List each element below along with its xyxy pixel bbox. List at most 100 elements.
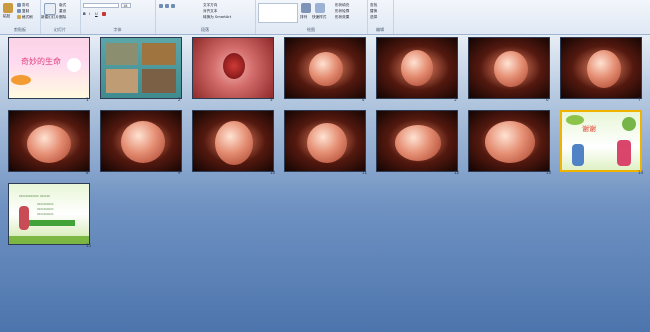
slide-number: 4 <box>362 97 365 102</box>
layout-button[interactable]: 版式 <box>59 3 66 8</box>
slide-number: 1 <box>86 97 89 102</box>
font-color-icon[interactable] <box>102 12 106 16</box>
cartoon-person <box>572 144 584 166</box>
cut-icon[interactable] <box>17 3 21 7</box>
slide-title: 谢谢 <box>582 125 596 133</box>
embryo-image <box>395 125 441 161</box>
reset-button[interactable]: 重设 <box>59 9 66 14</box>
arrange-icon[interactable] <box>301 3 311 13</box>
group-label: 幻灯片 <box>54 27 66 32</box>
embryo-image <box>27 125 71 163</box>
cartoon-decoration <box>67 58 81 72</box>
slide-thumbnail[interactable]: ▭▭▭▭▭▭ ▭▭▭ ▭▭▭▭▭ ▭▭▭▭▭ ▭▭▭▭▭ <box>8 183 90 245</box>
slide-number: 7 <box>638 97 641 102</box>
slide-number: 11 <box>362 170 368 175</box>
shapes-gallery[interactable] <box>258 3 298 23</box>
text-direction-button[interactable]: 文字方向 <box>203 3 217 8</box>
paste-button[interactable]: 粘贴 <box>3 14 10 19</box>
copy-icon[interactable] <box>17 9 21 13</box>
slide-number: 2 <box>178 97 181 102</box>
bold-button[interactable]: B <box>83 12 86 16</box>
font-name-field[interactable] <box>83 3 119 8</box>
quick-styles-icon[interactable] <box>315 3 325 13</box>
format-painter-icon[interactable] <box>17 15 21 19</box>
italic-button[interactable]: I <box>89 12 90 16</box>
bullets-icon[interactable] <box>159 4 163 8</box>
embryo-image <box>215 121 253 165</box>
ribbon: 粘贴 剪切 复制 格式刷 剪贴板 新建幻灯片 版式 重设 删除 幻灯片 18 B… <box>0 0 650 35</box>
new-slide-icon[interactable] <box>44 3 56 15</box>
slides-group: 新建幻灯片 版式 重设 删除 幻灯片 <box>40 0 81 34</box>
underline-button[interactable]: U <box>95 12 98 16</box>
photo <box>106 43 138 65</box>
embryo-image <box>307 123 347 163</box>
shape-outline-button[interactable]: 形状轮廓 <box>335 9 349 14</box>
slide-text-line: ▭▭▭▭▭ <box>37 212 54 216</box>
slide-thumbnail[interactable] <box>468 110 550 172</box>
group-label: 段落 <box>201 27 209 32</box>
slide-thumbnail[interactable] <box>100 110 182 172</box>
embryo-image <box>494 51 528 87</box>
editing-group: 查找 替换 选择 编辑 <box>367 0 394 34</box>
font-size-field[interactable]: 18 <box>121 3 131 8</box>
smartart-button[interactable]: 转换为 SmartArt <box>203 15 231 20</box>
find-button[interactable]: 查找 <box>370 3 377 8</box>
copy-button[interactable]: 复制 <box>22 9 29 14</box>
embryo-image <box>309 52 343 86</box>
photo <box>142 69 176 93</box>
grass-decoration <box>9 236 89 244</box>
slide-number: 13 <box>546 170 552 175</box>
cut-button[interactable]: 剪切 <box>22 3 29 8</box>
embryo-image <box>401 50 433 86</box>
format-painter-button[interactable]: 格式刷 <box>22 15 33 20</box>
slide-thumbnail[interactable] <box>8 110 90 172</box>
tree-decoration <box>622 117 636 131</box>
shape-fill-button[interactable]: 形状填充 <box>335 3 349 8</box>
slide-sorter: 奇妙的生命 1 2 3 4 5 6 7 8 9 10 11 12 13 谢谢 1… <box>0 35 650 332</box>
numbering-icon[interactable] <box>165 4 169 8</box>
slide-number: 6 <box>546 97 549 102</box>
shape-effects-button[interactable]: 形状效果 <box>335 15 349 20</box>
slide-number: 15 <box>86 243 92 248</box>
slide-thumbnail[interactable] <box>192 37 274 99</box>
slide-thumbnail[interactable] <box>468 37 550 99</box>
slide-thumbnail[interactable] <box>100 37 182 99</box>
slide-number: 12 <box>454 170 460 175</box>
group-label: 绘图 <box>307 27 315 32</box>
group-label: 字体 <box>113 27 122 32</box>
slide-thumbnail[interactable] <box>284 37 366 99</box>
slide-number: 9 <box>178 170 181 175</box>
slide-title: 奇妙的生命 <box>21 57 61 66</box>
embryo-image <box>223 53 245 79</box>
cartoon-person <box>19 206 29 230</box>
group-label: 剪贴板 <box>14 27 26 32</box>
paragraph-group: 文字方向 对齐文本 转换为 SmartArt 段落 <box>155 0 256 34</box>
slide-thumbnail[interactable]: 奇妙的生命 <box>8 37 90 99</box>
slide-text-line: ▭▭▭▭▭ <box>37 202 54 206</box>
indent-icon[interactable] <box>171 4 175 8</box>
cartoon-person <box>617 140 631 166</box>
slide-number: 3 <box>270 97 273 102</box>
font-group: 18 B I U 字体 <box>80 0 156 34</box>
paste-icon[interactable] <box>3 3 13 13</box>
arrange-button[interactable]: 排列 <box>300 15 307 20</box>
slide-thumbnail[interactable] <box>376 37 458 99</box>
slide-thumbnail[interactable] <box>284 110 366 172</box>
replace-button[interactable]: 替换 <box>370 9 377 14</box>
group-label: 编辑 <box>376 27 384 32</box>
select-button[interactable]: 选择 <box>370 15 377 20</box>
align-text-button[interactable]: 对齐文本 <box>203 9 217 14</box>
slide-number: 5 <box>454 97 457 102</box>
delete-button[interactable]: 删除 <box>59 15 66 20</box>
slide-number: 14 <box>638 170 644 175</box>
drawing-group: 排列 快速样式 形状填充 形状轮廓 形状效果 绘图 <box>255 0 368 34</box>
slide-thumbnail[interactable] <box>192 110 274 172</box>
slide-thumbnail[interactable]: 谢谢 <box>560 110 642 172</box>
slide-thumbnail[interactable] <box>376 110 458 172</box>
new-slide-button[interactable]: 新建幻灯片 <box>41 15 59 20</box>
embryo-image <box>587 50 621 88</box>
cartoon-decoration <box>11 75 31 85</box>
quick-styles-button[interactable]: 快速样式 <box>312 15 326 20</box>
slide-thumbnail[interactable] <box>560 37 642 99</box>
green-banner <box>29 220 75 226</box>
